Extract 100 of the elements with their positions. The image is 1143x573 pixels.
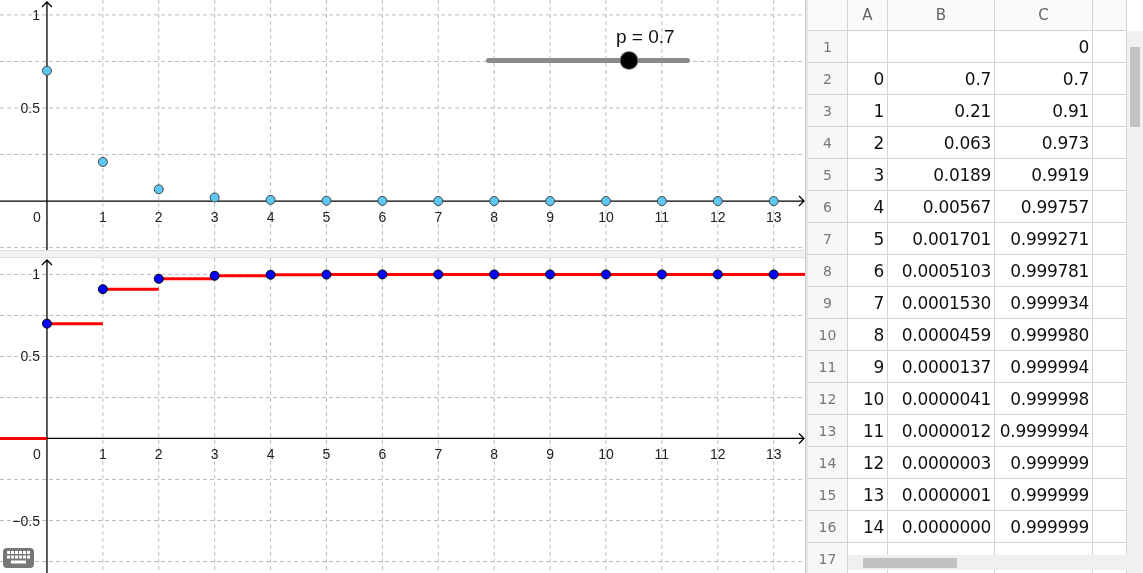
table-cell[interactable]: 0.0000459 xyxy=(888,319,995,351)
table-cell[interactable]: 0.0000012 xyxy=(888,415,995,447)
horizontal-scrollbar[interactable] xyxy=(848,555,1127,570)
table-cell[interactable]: 0.999999 xyxy=(995,479,1093,511)
table-cell[interactable]: 0 xyxy=(848,63,888,95)
table-cell[interactable]: 0.999934 xyxy=(995,287,1093,319)
table-cell[interactable]: 0.0000137 xyxy=(888,351,995,383)
data-point xyxy=(153,273,164,284)
data-point xyxy=(265,269,276,280)
row-header[interactable]: 1 xyxy=(808,31,848,63)
row-header[interactable]: 12 xyxy=(808,383,848,415)
axis-label: 8 xyxy=(490,209,499,226)
table-cell[interactable]: 10 xyxy=(848,383,888,415)
table-cell[interactable]: 0.0000000 xyxy=(888,511,995,543)
data-point xyxy=(433,196,444,207)
column-header[interactable] xyxy=(1093,0,1127,31)
row-header[interactable]: 5 xyxy=(808,159,848,191)
table-cell[interactable]: 7 xyxy=(848,287,888,319)
table-cell[interactable]: 0.999271 xyxy=(995,223,1093,255)
table-cell[interactable]: 5 xyxy=(848,223,888,255)
table-cell[interactable]: 0.0000001 xyxy=(888,479,995,511)
data-point xyxy=(489,196,500,207)
column-header[interactable]: C xyxy=(995,0,1093,31)
axis-label: 12 xyxy=(710,209,726,226)
axis-label: 1 xyxy=(32,266,40,283)
row-header[interactable]: 14 xyxy=(808,447,848,479)
table-cell[interactable]: 0.973 xyxy=(995,127,1093,159)
table-cell[interactable]: 9 xyxy=(848,351,888,383)
data-point xyxy=(97,284,108,295)
empty-cell[interactable] xyxy=(888,31,995,63)
vertical-scrollbar[interactable] xyxy=(1127,31,1143,573)
table-cell[interactable]: 13 xyxy=(848,479,888,511)
table-cell[interactable]: 0.00567 xyxy=(888,191,995,223)
table-cell[interactable]: 0.7 xyxy=(888,63,995,95)
row-header[interactable]: 13 xyxy=(808,415,848,447)
data-point xyxy=(545,196,556,207)
slider-thumb[interactable] xyxy=(620,52,638,69)
data-point xyxy=(489,269,500,280)
table-cell[interactable]: 0.0189 xyxy=(888,159,995,191)
table-cell[interactable]: 0.0005103 xyxy=(888,255,995,287)
table-cell[interactable]: 0.7 xyxy=(995,63,1093,95)
table-cell[interactable]: 0.999998 xyxy=(995,383,1093,415)
table-cell[interactable]: 0.91 xyxy=(995,95,1093,127)
table-cell[interactable]: 0.063 xyxy=(888,127,995,159)
table-cell[interactable]: 12 xyxy=(848,447,888,479)
row-header[interactable]: 10 xyxy=(808,319,848,351)
table-cell[interactable]: 0.99757 xyxy=(995,191,1093,223)
axis-label: 8 xyxy=(490,446,499,463)
row-header[interactable]: 17 xyxy=(808,543,848,573)
row-header[interactable]: 6 xyxy=(808,191,848,223)
data-point xyxy=(153,184,164,195)
table-cell[interactable]: 3 xyxy=(848,159,888,191)
data-point xyxy=(321,195,332,206)
table-cell[interactable]: 6 xyxy=(848,255,888,287)
table-cell[interactable]: 1 xyxy=(848,95,888,127)
table-cell[interactable]: 0.999994 xyxy=(995,351,1093,383)
row-header[interactable]: 3 xyxy=(808,95,848,127)
axis-label: 9 xyxy=(546,446,554,463)
column-header[interactable]: A xyxy=(848,0,888,31)
row-header[interactable]: 15 xyxy=(808,479,848,511)
panel-divider[interactable] xyxy=(805,0,808,573)
axis-label: 1 xyxy=(32,6,40,23)
table-cell[interactable]: 8 xyxy=(848,319,888,351)
table-cell[interactable]: 0.21 xyxy=(888,95,995,127)
table-cell[interactable]: 0.0000041 xyxy=(888,383,995,415)
data-point xyxy=(377,269,388,280)
table-cell[interactable]: 0.999999 xyxy=(995,447,1093,479)
keyboard-icon[interactable] xyxy=(3,548,34,568)
row-header[interactable]: 11 xyxy=(808,351,848,383)
data-point xyxy=(209,192,220,203)
axis-label: 7 xyxy=(434,209,443,226)
table-cell[interactable]: 0.0000003 xyxy=(888,447,995,479)
table-cell[interactable]: 4 xyxy=(848,191,888,223)
row-header[interactable]: 8 xyxy=(808,255,848,287)
table-cell[interactable]: 0.999781 xyxy=(995,255,1093,287)
table-cell[interactable]: 0 xyxy=(995,31,1093,63)
row-header[interactable]: 4 xyxy=(808,127,848,159)
axis-label: 4 xyxy=(266,446,275,463)
row-header[interactable]: 9 xyxy=(808,287,848,319)
table-cell[interactable]: 2 xyxy=(848,127,888,159)
axis-label: 13 xyxy=(765,446,782,463)
table-cell[interactable]: 11 xyxy=(848,415,888,447)
table-cell[interactable]: 0.9919 xyxy=(995,159,1093,191)
table-cell[interactable]: 0.9999994 xyxy=(995,415,1093,447)
row-header[interactable]: 7 xyxy=(808,223,848,255)
step-segment xyxy=(0,436,47,440)
axis-label: 0 xyxy=(33,209,41,226)
table-cell[interactable]: 0.0001530 xyxy=(888,287,995,319)
table-cell[interactable]: 0.001701 xyxy=(888,223,995,255)
axis-label: 10 xyxy=(598,446,614,463)
row-header[interactable]: 2 xyxy=(808,63,848,95)
data-point xyxy=(712,269,723,280)
table-cell[interactable]: 14 xyxy=(848,511,888,543)
table-cell[interactable]: 0.999980 xyxy=(995,319,1093,351)
data-point xyxy=(321,269,332,280)
row-header[interactable]: 16 xyxy=(808,511,848,543)
axis-label: 2 xyxy=(154,446,163,463)
column-header[interactable]: B xyxy=(888,0,995,31)
table-cell[interactable]: 0.999999 xyxy=(995,511,1093,543)
corner-cell[interactable] xyxy=(808,0,848,31)
